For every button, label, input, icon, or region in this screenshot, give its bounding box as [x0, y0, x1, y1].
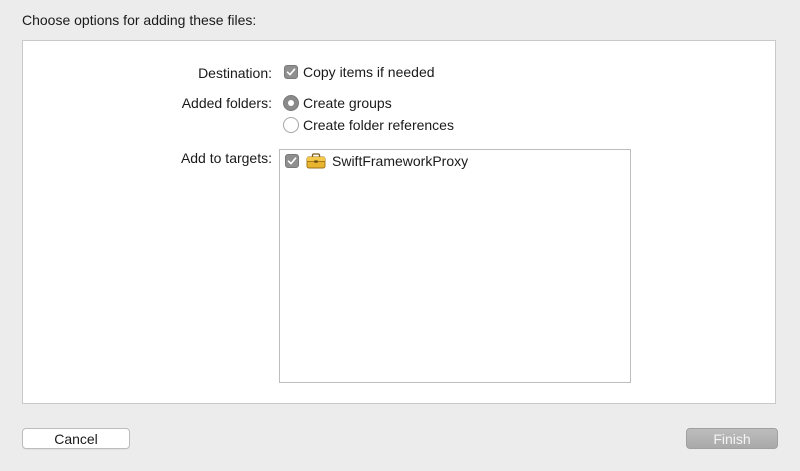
copy-items-label: Copy items if needed: [303, 64, 435, 80]
target-name: SwiftFrameworkProxy: [332, 153, 469, 169]
cancel-button[interactable]: Cancel: [22, 428, 130, 449]
add-to-targets-label: Add to targets:: [180, 150, 272, 166]
copy-items-checkbox[interactable]: [284, 65, 298, 79]
radio-create-groups[interactable]: Create groups: [283, 95, 392, 111]
create-folder-references-radio[interactable]: [283, 117, 299, 133]
toolbox-icon: [306, 153, 326, 169]
finish-button[interactable]: Finish: [686, 428, 778, 449]
copy-items-option[interactable]: Copy items if needed: [284, 64, 435, 80]
create-groups-label: Create groups: [303, 95, 392, 111]
list-item[interactable]: SwiftFrameworkProxy: [285, 153, 468, 169]
radio-create-folder-references[interactable]: Create folder references: [283, 117, 454, 133]
targets-list[interactable]: SwiftFrameworkProxy: [279, 149, 631, 383]
checkmark-icon: [286, 68, 296, 76]
checkmark-icon: [287, 157, 297, 165]
options-panel: Destination: Copy items if needed Added …: [22, 40, 776, 404]
dialog-heading: Choose options for adding these files:: [22, 12, 257, 28]
added-folders-label: Added folders:: [181, 95, 272, 111]
destination-label: Destination:: [198, 65, 272, 81]
target-checkbox[interactable]: [285, 154, 299, 168]
create-folder-references-label: Create folder references: [303, 117, 454, 133]
create-groups-radio[interactable]: [283, 95, 299, 111]
